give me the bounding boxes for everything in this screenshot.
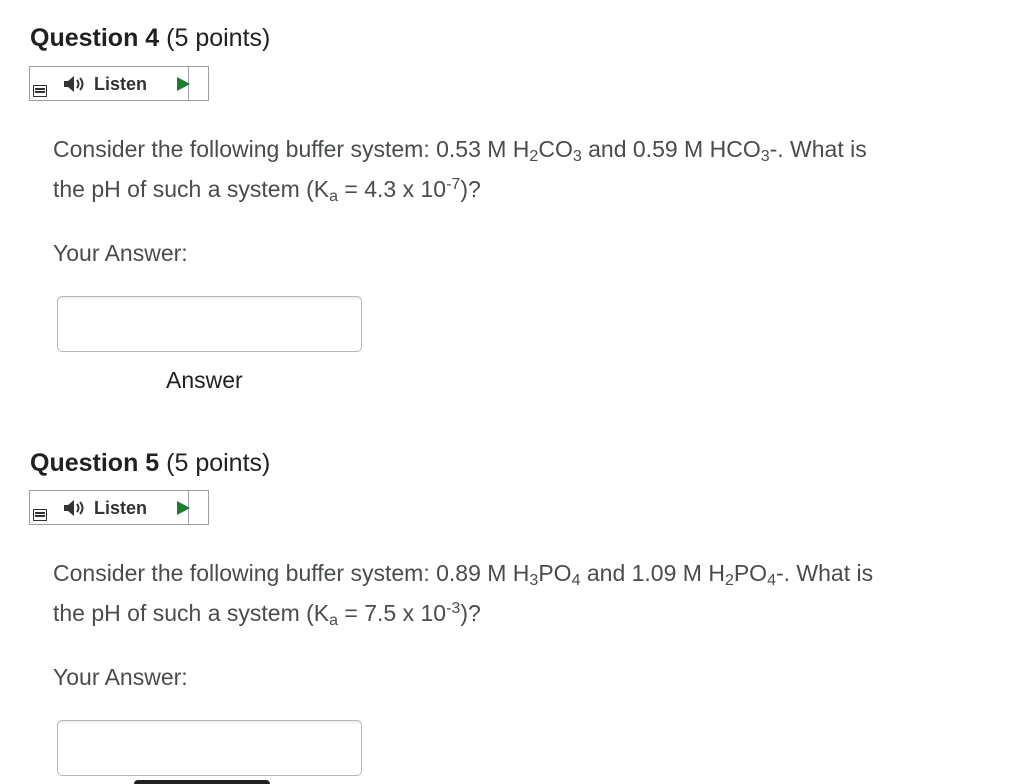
menu-icon[interactable] [33, 509, 47, 521]
question-4-label: Question 4 [30, 24, 160, 52]
answer-input-q5[interactable] [57, 720, 362, 776]
listen-widget-q4[interactable]: Listen [29, 66, 209, 101]
question-4-title: Question 4 (5 points) [30, 24, 270, 53]
speaker-icon [64, 76, 84, 92]
answer-input-q4[interactable] [57, 296, 362, 352]
listen-label[interactable]: Listen [94, 498, 147, 519]
listen-label[interactable]: Listen [94, 74, 147, 95]
quiz-page: Question 4 (5 points) Listen Consider th… [0, 0, 1024, 784]
your-answer-label-q5: Your Answer: [53, 664, 188, 690]
your-answer-label-q4: Your Answer: [53, 240, 188, 266]
speaker-icon [64, 500, 84, 516]
question-5-points: (5 points) [166, 449, 271, 477]
question-5-label: Question 5 [30, 449, 160, 477]
play-icon[interactable] [177, 501, 190, 515]
menu-icon[interactable] [33, 85, 47, 97]
question-4-text: Consider the following buffer system: 0.… [53, 136, 867, 205]
answer-caption: Answer [166, 367, 243, 393]
listen-widget-q5[interactable]: Listen [29, 490, 209, 525]
play-icon[interactable] [177, 77, 190, 91]
question-5-text: Consider the following buffer system: 0.… [53, 560, 874, 629]
answer-caption-clipped [134, 780, 270, 784]
question-4-points: (5 points) [166, 24, 271, 52]
question-5-title: Question 5 (5 points) [30, 449, 270, 478]
